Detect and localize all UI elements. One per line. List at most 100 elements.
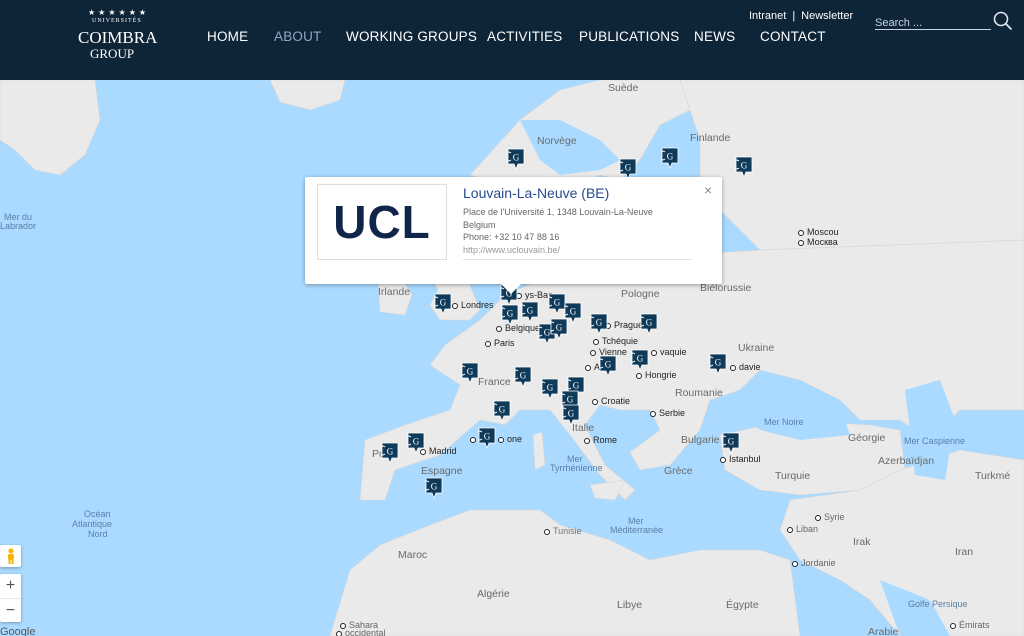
logo-universities-text: UNIVERSITÉS xyxy=(92,18,142,24)
nav-about[interactable]: ABOUT xyxy=(274,29,322,44)
svg-text:G: G xyxy=(567,395,574,405)
svg-text:G: G xyxy=(556,323,563,333)
nav-home[interactable]: HOME xyxy=(207,29,248,44)
coimbra-group-marker-icon[interactable]: G xyxy=(722,432,740,454)
coimbra-group-marker-icon[interactable]: G xyxy=(434,293,452,315)
svg-text:G: G xyxy=(570,307,577,317)
university-phone: Phone: +32 10 47 88 16 xyxy=(463,232,560,242)
nav-contact[interactable]: CONTACT xyxy=(760,29,826,44)
coimbra-group-marker-icon[interactable]: G xyxy=(562,404,580,426)
svg-text:G: G xyxy=(484,432,491,442)
label-emirats: Émirats xyxy=(950,620,990,630)
label-slovaquie: vaquie xyxy=(651,347,687,357)
university-info-popup: UCL Louvain-La-Neuve (BE) Place de l'Uni… xyxy=(305,177,722,294)
coimbra-group-marker-icon[interactable]: G xyxy=(381,442,399,464)
label-mer-caspienne: Mer Caspienne xyxy=(904,436,966,446)
svg-text:G: G xyxy=(573,381,580,391)
close-icon[interactable]: × xyxy=(704,182,712,198)
coimbra-group-marker-icon[interactable]: G xyxy=(521,301,539,323)
label-bulgarie: Bulgarie xyxy=(681,434,720,446)
pegman-icon xyxy=(7,548,14,564)
coimbra-group-marker-icon[interactable]: G xyxy=(661,147,679,169)
label-mer-med-2: Méditerranée xyxy=(610,525,664,535)
svg-text:G: G xyxy=(431,482,438,492)
coimbra-group-marker-icon[interactable]: G xyxy=(425,477,443,499)
svg-text:G: G xyxy=(413,437,420,447)
label-sahara-2: occidental xyxy=(336,628,386,636)
coimbra-group-logo[interactable]: ★★★★★★ UNIVERSITÉS COIMBRA GROUP xyxy=(78,8,157,64)
zoom-in-button[interactable]: + xyxy=(0,574,21,598)
coimbra-group-marker-icon[interactable]: G xyxy=(514,366,532,388)
street-view-pegman-button[interactable] xyxy=(0,545,21,567)
label-iran: Iran xyxy=(955,546,974,558)
coimbra-group-marker-icon[interactable]: G xyxy=(735,156,753,178)
label-ocean-3: Nord xyxy=(88,529,108,539)
coimbra-group-marker-icon[interactable]: G xyxy=(640,313,658,335)
coimbra-group-marker-icon[interactable]: G xyxy=(478,427,496,449)
label-libye: Libye xyxy=(617,599,643,611)
label-suede: Suède xyxy=(608,82,639,94)
coimbra-group-marker-icon[interactable]: G xyxy=(507,148,525,170)
top-links: Intranet | Newsletter xyxy=(749,10,853,22)
svg-text:G: G xyxy=(741,161,748,171)
university-logo: UCL xyxy=(317,184,447,260)
coimbra-group-marker-icon[interactable]: G xyxy=(599,355,617,377)
label-turquie: Turquie xyxy=(775,470,811,482)
coimbra-group-marker-icon[interactable]: G xyxy=(541,378,559,400)
coimbra-group-marker-icon[interactable]: G xyxy=(493,400,511,422)
svg-text:G: G xyxy=(646,318,653,328)
svg-text:G: G xyxy=(568,409,575,419)
label-tunisie: Tunisie xyxy=(544,526,582,536)
label-madrid: Madrid xyxy=(420,446,457,456)
coimbra-group-marker-icon[interactable]: G xyxy=(590,313,608,335)
svg-text:G: G xyxy=(596,318,603,328)
svg-text:G: G xyxy=(547,383,554,393)
label-roumanie: Roumanie xyxy=(675,387,723,399)
search-box xyxy=(875,13,991,30)
search-icon[interactable] xyxy=(993,11,1013,31)
coimbra-group-marker-icon[interactable]: G xyxy=(461,362,479,384)
label-croatie: Croatie xyxy=(592,396,630,406)
label-algerie: Algérie xyxy=(477,588,510,600)
label-liban: Liban xyxy=(787,524,818,534)
university-title-link[interactable]: Louvain-La-Neuve (BE) xyxy=(463,185,609,201)
logo-stars: ★★★★★★ xyxy=(88,8,150,17)
label-mer-noire: Mer Noire xyxy=(764,417,804,427)
label-irak: Irak xyxy=(853,536,871,548)
label-ukraine: Ukraine xyxy=(738,342,775,354)
svg-text:G: G xyxy=(499,405,506,415)
svg-text:G: G xyxy=(728,437,735,447)
coimbra-group-marker-icon[interactable]: G xyxy=(550,318,568,340)
universities-map[interactable]: Suède Norvège Finlande Mer du Labrador M… xyxy=(0,80,1024,636)
coimbra-group-marker-icon[interactable]: G xyxy=(631,349,649,371)
coimbra-group-marker-icon[interactable]: G xyxy=(501,304,519,326)
label-prague: Prague xyxy=(605,320,643,330)
search-input[interactable] xyxy=(875,17,991,29)
svg-text:G: G xyxy=(387,447,394,457)
label-mer-tyrrhenienne-2: Tyrrhénienne xyxy=(550,463,603,473)
label-rome: Rome xyxy=(584,435,617,445)
label-hongrie: Hongrie xyxy=(636,370,677,380)
zoom-out-button[interactable]: − xyxy=(0,598,21,622)
svg-text:G: G xyxy=(637,354,644,364)
coimbra-group-marker-icon[interactable]: G xyxy=(407,432,425,454)
svg-text:G: G xyxy=(554,298,561,308)
svg-text:G: G xyxy=(513,153,520,163)
nav-activities[interactable]: ACTIVITIES xyxy=(487,29,563,44)
label-istanbul: Istanbul xyxy=(720,454,761,464)
label-moscou: Moscou xyxy=(798,227,839,237)
intranet-link[interactable]: Intranet xyxy=(749,10,786,22)
nav-working-groups[interactable]: WORKING GROUPS xyxy=(346,29,477,44)
university-website-link[interactable]: http://www.uclouvain.be/ xyxy=(463,245,560,255)
nav-news[interactable]: NEWS xyxy=(694,29,735,44)
nav-publications[interactable]: PUBLICATIONS xyxy=(579,29,679,44)
newsletter-link[interactable]: Newsletter xyxy=(801,10,853,22)
label-golfe-persique: Golfe Persique xyxy=(908,599,968,609)
google-logo[interactable]: Google xyxy=(0,626,35,636)
coimbra-group-marker-icon[interactable]: G xyxy=(709,353,727,375)
svg-text:G: G xyxy=(625,163,632,173)
logo-group-text: GROUP xyxy=(90,46,135,61)
label-jordanie: Jordanie xyxy=(792,558,836,568)
label-grece: Grèce xyxy=(664,465,693,477)
label-azerbaidjan: Azerbaïdjan xyxy=(878,455,935,467)
